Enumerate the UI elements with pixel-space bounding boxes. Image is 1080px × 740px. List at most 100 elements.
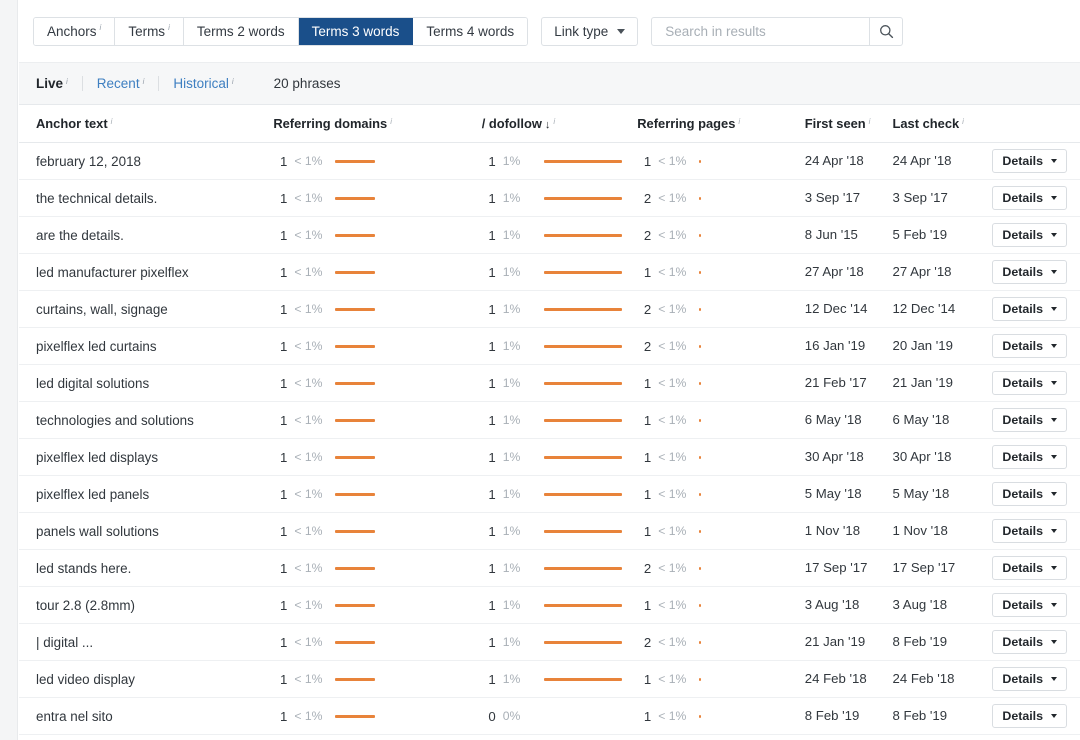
info-icon[interactable]: i bbox=[168, 23, 170, 32]
cell-last-check-value: 3 Sep '17 bbox=[893, 190, 948, 205]
info-icon[interactable]: i bbox=[100, 23, 102, 32]
table-row[interactable]: panels wall solutions1< 1%11%1< 1%1 Nov … bbox=[19, 513, 1080, 550]
table-row[interactable]: entra nel sito1< 1%00%1< 1%8 Feb '198 Fe… bbox=[19, 698, 1080, 735]
table-row[interactable]: pixelflex led curtains1< 1%11%2< 1%16 Ja… bbox=[19, 328, 1080, 365]
tab-anchors[interactable]: Anchorsi bbox=[34, 18, 115, 45]
table-row[interactable]: curtains, wall, signage1< 1%11%2< 1%12 D… bbox=[19, 291, 1080, 328]
tab-terms[interactable]: Termsi bbox=[115, 18, 184, 45]
chevron-down-icon bbox=[1051, 529, 1057, 533]
cell-dofollow: 11% bbox=[482, 376, 638, 391]
referring-domains-count: 1 bbox=[273, 191, 287, 206]
column-header-refpages[interactable]: Referring pagesi bbox=[637, 116, 805, 131]
referring-domains-percent: < 1% bbox=[294, 413, 326, 427]
table-row[interactable]: february 12, 20181< 1%11%1< 1%24 Apr '18… bbox=[19, 143, 1080, 180]
table-row[interactable]: led digital solutions1< 1%11%1< 1%21 Feb… bbox=[19, 365, 1080, 402]
tab-terms-2-words[interactable]: Terms 2 words bbox=[184, 18, 299, 45]
details-button[interactable]: Details bbox=[992, 556, 1067, 580]
index-tab-recent[interactable]: Recenti bbox=[83, 77, 159, 91]
details-button[interactable]: Details bbox=[992, 630, 1067, 654]
referring-pages-count: 1 bbox=[637, 524, 651, 539]
details-button[interactable]: Details bbox=[992, 519, 1067, 543]
details-button[interactable]: Details bbox=[992, 445, 1067, 469]
search-input-wrapper[interactable] bbox=[651, 17, 870, 46]
index-tab-live[interactable]: Livei bbox=[36, 77, 82, 91]
details-button[interactable]: Details bbox=[992, 334, 1067, 358]
table-row[interactable]: | digital ...1< 1%11%2< 1%21 Jan '198 Fe… bbox=[19, 624, 1080, 661]
column-header-first[interactable]: First seeni bbox=[805, 116, 893, 131]
tab-terms-4-words[interactable]: Terms 4 words bbox=[413, 18, 527, 45]
search-button[interactable] bbox=[870, 17, 903, 46]
details-button[interactable]: Details bbox=[992, 593, 1067, 617]
table-row[interactable]: tour 2.8 (2.8mm)1< 1%11%1< 1%3 Aug '183 … bbox=[19, 587, 1080, 624]
dofollow-count: 1 bbox=[482, 635, 496, 650]
anchor-text-value: curtains, wall, signage bbox=[36, 302, 273, 317]
search-input[interactable] bbox=[663, 23, 858, 40]
info-icon[interactable]: i bbox=[738, 117, 740, 126]
cell-dofollow: 11% bbox=[482, 635, 638, 650]
table-row[interactable]: led manufacturer pixelflex1< 1%11%1< 1%2… bbox=[19, 254, 1080, 291]
cell-first-seen: 21 Feb '17 bbox=[805, 374, 893, 392]
referring-pages-percent: < 1% bbox=[658, 154, 690, 168]
tab-terms-3-words[interactable]: Terms 3 words bbox=[299, 18, 414, 45]
cell-referring-domains: 1< 1% bbox=[273, 709, 481, 724]
details-button[interactable]: Details bbox=[992, 667, 1067, 691]
share-bar bbox=[335, 641, 375, 644]
info-icon[interactable]: i bbox=[232, 77, 234, 86]
referring-domains-count: 1 bbox=[273, 709, 287, 724]
cell-anchor-text: led digital solutions bbox=[36, 376, 273, 391]
share-bar bbox=[544, 530, 622, 533]
cell-last-check-value: 21 Jan '19 bbox=[893, 375, 953, 390]
share-bar bbox=[544, 271, 622, 274]
cell-first-seen-value: 30 Apr '18 bbox=[805, 449, 864, 464]
details-button[interactable]: Details bbox=[992, 149, 1067, 173]
share-bar bbox=[699, 308, 701, 311]
column-header-refdom[interactable]: Referring domainsi bbox=[273, 116, 481, 131]
referring-pages-percent: < 1% bbox=[658, 191, 690, 205]
referring-domains-count: 1 bbox=[273, 413, 287, 428]
column-header-anchor[interactable]: Anchor texti bbox=[36, 116, 273, 131]
info-icon[interactable]: i bbox=[66, 77, 68, 86]
info-icon[interactable]: i bbox=[390, 117, 392, 126]
table-row[interactable]: led video display1< 1%11%1< 1%24 Feb '18… bbox=[19, 661, 1080, 698]
share-bar bbox=[699, 345, 701, 348]
details-button[interactable]: Details bbox=[992, 371, 1067, 395]
link-type-dropdown[interactable]: Link type bbox=[541, 17, 638, 46]
details-button[interactable]: Details bbox=[992, 260, 1067, 284]
share-bar bbox=[335, 197, 375, 200]
cell-referring-domains: 1< 1% bbox=[273, 339, 481, 354]
table-row[interactable]: pixelflex led panels1< 1%11%1< 1%5 May '… bbox=[19, 476, 1080, 513]
share-bar bbox=[699, 234, 701, 237]
column-header-dofollow[interactable]: / dofollow↓i bbox=[482, 116, 638, 131]
info-icon[interactable]: i bbox=[143, 77, 145, 86]
details-button[interactable]: Details bbox=[992, 704, 1067, 728]
dofollow-percent: 1% bbox=[503, 265, 535, 279]
cell-dofollow: 11% bbox=[482, 265, 638, 280]
details-button[interactable]: Details bbox=[992, 223, 1067, 247]
details-button[interactable]: Details bbox=[992, 186, 1067, 210]
chevron-down-icon bbox=[1051, 714, 1057, 718]
info-icon[interactable]: i bbox=[111, 117, 113, 126]
table-row[interactable]: led stands here.1< 1%11%2< 1%17 Sep '171… bbox=[19, 550, 1080, 587]
referring-pages-percent: < 1% bbox=[658, 487, 690, 501]
tab-label: Terms 3 words bbox=[312, 24, 400, 39]
dofollow-percent: 1% bbox=[503, 413, 535, 427]
info-icon[interactable]: i bbox=[553, 117, 555, 126]
referring-pages-percent: < 1% bbox=[658, 413, 690, 427]
referring-pages-count: 2 bbox=[637, 635, 651, 650]
column-header-last[interactable]: Last checki bbox=[893, 116, 985, 131]
details-button-label: Details bbox=[1002, 672, 1043, 686]
info-icon[interactable]: i bbox=[962, 117, 964, 126]
details-button[interactable]: Details bbox=[992, 408, 1067, 432]
details-button[interactable]: Details bbox=[992, 482, 1067, 506]
dofollow-count: 1 bbox=[482, 672, 496, 687]
cell-anchor-text: technologies and solutions bbox=[36, 413, 273, 428]
table-row[interactable]: are the details.1< 1%11%2< 1%8 Jun '155 … bbox=[19, 217, 1080, 254]
table-row[interactable]: technologies and solutions1< 1%11%1< 1%6… bbox=[19, 402, 1080, 439]
table-row[interactable]: the technical details.1< 1%11%2< 1%3 Sep… bbox=[19, 180, 1080, 217]
info-icon[interactable]: i bbox=[869, 117, 871, 126]
cell-first-seen: 24 Feb '18 bbox=[805, 670, 893, 688]
cell-details: Details bbox=[984, 334, 1080, 358]
details-button[interactable]: Details bbox=[992, 297, 1067, 321]
index-tab-historical[interactable]: Historicali bbox=[159, 77, 247, 91]
table-row[interactable]: pixelflex led displays1< 1%11%1< 1%30 Ap… bbox=[19, 439, 1080, 476]
